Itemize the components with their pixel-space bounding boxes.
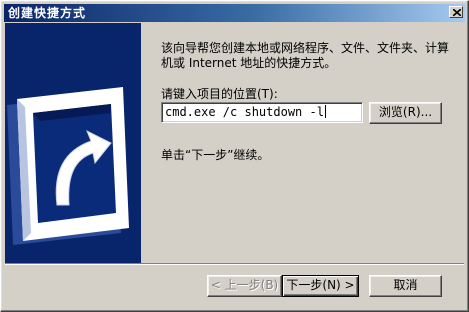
shortcut-arrow-icon: [7, 87, 129, 245]
location-input[interactable]: cmd.exe /c shutdown -l: [161, 102, 363, 123]
close-icon: [453, 9, 461, 16]
location-input-value: cmd.exe /c shutdown -l: [165, 105, 324, 119]
cancel-button[interactable]: 取消: [369, 275, 442, 297]
footer-separator-highlight: [5, 264, 464, 265]
text-caret: [324, 105, 326, 118]
next-button[interactable]: 下一步(N) >: [282, 275, 359, 297]
location-label-text: 请键入项目的位置(T):: [161, 87, 278, 101]
close-button[interactable]: [449, 6, 463, 18]
create-shortcut-dialog: 创建快捷方式 该向导帮您创建本地或网络程序、文件、文件夹、计算机或 Intern…: [0, 0, 469, 312]
back-button[interactable]: < 上一步(B): [207, 275, 282, 297]
title-bar[interactable]: 创建快捷方式: [4, 4, 465, 22]
location-label: 请键入项目的位置(T):: [161, 85, 278, 102]
continue-hint: 单击“下一步”继续。: [161, 148, 270, 162]
wizard-banner: [5, 23, 141, 263]
wizard-description: 该向导帮您创建本地或网络程序、文件、文件夹、计算机或 Internet 地址的快…: [161, 41, 450, 70]
window-title: 创建快捷方式: [8, 6, 87, 20]
browse-button[interactable]: 浏览(R)...: [369, 102, 442, 124]
